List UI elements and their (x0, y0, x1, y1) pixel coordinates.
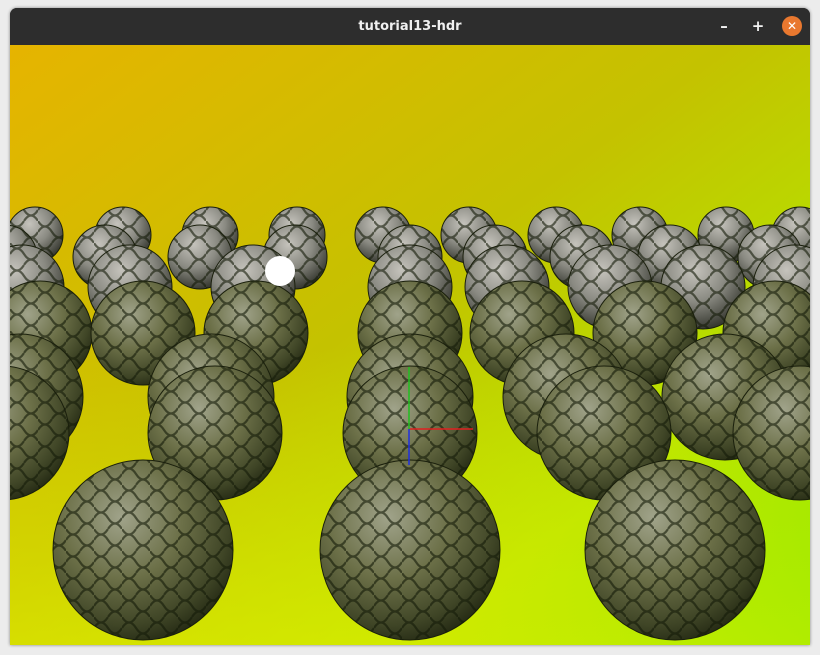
app-window: tutorial13-hdr – + ✕ (10, 8, 810, 645)
close-button[interactable]: ✕ (782, 16, 802, 36)
sphere (319, 459, 501, 641)
hdr-scene (10, 45, 810, 645)
window-title: tutorial13-hdr (358, 19, 462, 34)
minimize-button[interactable]: – (714, 16, 734, 36)
title-bar[interactable]: tutorial13-hdr – + ✕ (10, 8, 810, 45)
sphere (52, 459, 234, 641)
light-source (265, 256, 295, 286)
render-viewport[interactable] (10, 45, 810, 645)
maximize-button[interactable]: + (748, 16, 768, 36)
sphere (584, 459, 766, 641)
